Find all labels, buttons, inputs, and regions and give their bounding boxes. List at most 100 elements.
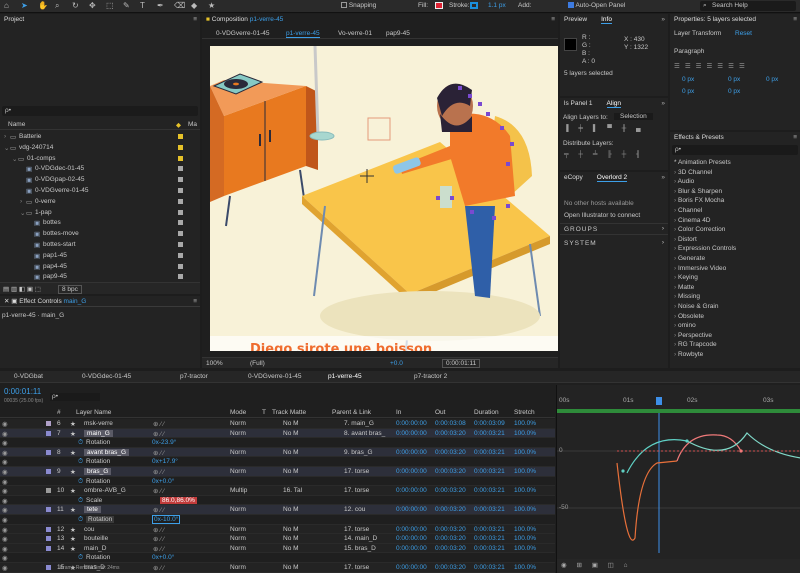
panel-tab[interactable]: Info xyxy=(601,16,612,24)
system-section[interactable]: SYSTEM › xyxy=(560,238,668,250)
tool-icon[interactable]: T xyxy=(140,1,145,10)
project-item[interactable]: ▣ bottes-move xyxy=(0,229,200,239)
groups-section[interactable]: GROUPS › xyxy=(560,223,668,235)
mode-select[interactable]: Norm xyxy=(230,430,246,437)
layer-name[interactable]: avant bras_G xyxy=(84,448,130,456)
stopwatch-icon[interactable]: ⏱ xyxy=(78,478,83,486)
layer-switches[interactable]: ⊕ ⁄ ⁄ xyxy=(153,526,164,534)
label-color[interactable] xyxy=(178,155,183,161)
property-value[interactable]: 0x-10.0° xyxy=(152,515,181,524)
label-color[interactable] xyxy=(178,263,183,269)
layer-name[interactable]: tete xyxy=(84,506,101,514)
layer-color[interactable] xyxy=(46,565,51,570)
property-row[interactable]: ◉ ⏱ Rotation 0x-10.0° xyxy=(0,515,555,525)
layer-name[interactable]: ombre-AVB_G xyxy=(84,487,126,494)
comp-tab[interactable]: Vo-verre-01 xyxy=(338,30,372,37)
fill-label[interactable]: Fill: xyxy=(418,2,428,9)
layer-name[interactable]: msk-verre xyxy=(84,420,113,427)
tool-icon[interactable]: ↻ xyxy=(72,1,79,10)
effect-category[interactable]: * Animation Presets xyxy=(674,159,800,166)
panel-tab[interactable]: ls Panel 1 xyxy=(564,100,593,107)
matte-select[interactable]: No M xyxy=(283,420,299,427)
label-color[interactable] xyxy=(178,144,183,150)
property-value[interactable]: 0x+0.0° xyxy=(152,554,174,561)
tool-icon[interactable]: ⌂ xyxy=(4,1,9,10)
panel-tab[interactable]: Align xyxy=(606,100,622,108)
mode-select[interactable]: Norm xyxy=(230,449,246,456)
layer-color[interactable] xyxy=(46,526,51,532)
comp-tab[interactable]: p1-verre-45 xyxy=(286,30,320,38)
parent-select[interactable]: 7. main_G xyxy=(344,420,374,427)
stopwatch-icon[interactable]: ⏱ xyxy=(78,554,83,562)
tool-icon[interactable]: ✥ xyxy=(89,1,96,10)
property-row[interactable]: ◉ ⏱ Rotation 0x+0.0° xyxy=(0,553,555,563)
distribute-buttons[interactable]: ╤ ┼ ╧ ╟ ┼ ╢ xyxy=(564,151,645,158)
project-item[interactable]: ▣ pap4-45 xyxy=(0,262,200,272)
eye-icon[interactable]: ◉ xyxy=(2,468,8,476)
matte-select[interactable]: No M xyxy=(283,564,299,571)
graph-editor[interactable]: 00s 01s 02s 03s 0 -50 ◉ ⊞ ▣ ◫ ⌂ xyxy=(556,385,800,573)
eye-icon[interactable]: ◉ xyxy=(2,535,8,543)
parent-select[interactable]: 17. torse xyxy=(344,487,369,494)
parent-select[interactable]: 8. avant bras_ xyxy=(344,430,385,437)
graph-tools[interactable]: ◉ ⊞ ▣ ◫ ⌂ xyxy=(561,561,632,569)
label-color[interactable] xyxy=(178,188,183,193)
project-item[interactable]: › ▭ 0-verre xyxy=(0,197,200,207)
time-ruler[interactable]: 00s 01s 02s 03s xyxy=(557,397,800,407)
layer-switches[interactable]: ⊕ ⁄ ⁄ xyxy=(153,468,164,476)
tool-icon[interactable]: ★ xyxy=(208,1,215,10)
layer-name[interactable]: main_D xyxy=(84,545,106,552)
paragraph-align-buttons[interactable]: ☰☰☰☰☰☰☰ xyxy=(674,62,750,70)
parent-select[interactable]: 15. bras_D xyxy=(344,545,376,552)
add-label[interactable]: Add: xyxy=(518,2,531,9)
label-color[interactable] xyxy=(178,166,183,172)
layer-row[interactable]: ◉ 7 ★ main_G ⊕ ⁄ ⁄ Norm No M 8. avant bras_ 0:00… xyxy=(0,428,555,439)
project-item[interactable]: ⌄ ▭ 1-pap xyxy=(0,208,200,218)
mode-select[interactable]: Norm xyxy=(230,545,246,552)
project-item[interactable]: › ▭ Batterie xyxy=(0,132,200,142)
layer-row[interactable]: ◉ 11 ★ tete ⊕ ⁄ ⁄ Norm No M 12. cou 0:00:00:00 0:… xyxy=(0,505,555,515)
panel-tab[interactable]: eCopy xyxy=(564,174,583,181)
label-color[interactable] xyxy=(178,209,183,215)
mode-select[interactable]: Multip xyxy=(230,487,247,494)
effect-category[interactable]: › Matte xyxy=(674,284,800,291)
layer-color[interactable] xyxy=(46,536,51,542)
effect-category[interactable]: › Immersive Video xyxy=(674,265,800,272)
effect-category[interactable]: › RG Trapcode xyxy=(674,341,800,348)
property-value[interactable]: 0x-23.9° xyxy=(152,439,176,446)
project-item[interactable]: ▣ 0-VDGpap-02-45 xyxy=(0,175,200,185)
matte-select[interactable]: 16. Tal xyxy=(283,487,302,494)
effect-category[interactable]: › Cinema 4D xyxy=(674,217,800,224)
eye-icon[interactable]: ◉ xyxy=(2,420,8,428)
property-row[interactable]: ◉ ⏱ Rotation 0x-23.9° xyxy=(0,438,555,448)
matte-select[interactable]: No M xyxy=(283,430,299,437)
spacing-value[interactable]: 0 px xyxy=(728,88,740,95)
parent-select[interactable]: 17. torse xyxy=(344,564,369,571)
tool-icon[interactable]: ✋ xyxy=(38,1,48,10)
comp-tab[interactable]: 0-VDGverre-01-45 xyxy=(216,30,269,37)
current-time[interactable]: 0:00:01:11 xyxy=(4,387,41,396)
project-item[interactable]: ▣ bottes-start xyxy=(0,240,200,250)
property-value[interactable]: 0x+17.9° xyxy=(152,458,178,465)
layer-switches[interactable]: ⊕ ⁄ ⁄ xyxy=(153,506,164,514)
property-row[interactable]: ◉ ⏱ Rotation 0x+17.9° xyxy=(0,457,555,467)
layer-row[interactable]: ◉ 10 ★ ombre-AVB_G ⊕ ⁄ ⁄ Multip 16. Tal 17. tor… xyxy=(0,486,555,496)
eye-icon[interactable]: ◉ xyxy=(2,506,8,514)
layer-switches[interactable]: ⊕ ⁄ ⁄ xyxy=(153,420,164,428)
timeline-tab[interactable]: p7-tractor xyxy=(180,373,208,380)
effect-category[interactable]: › Blur & Sharpen xyxy=(674,188,800,195)
eye-icon[interactable]: ◉ xyxy=(2,497,8,505)
stopwatch-icon[interactable]: ⏱ xyxy=(78,497,83,505)
project-item[interactable]: ▣ pap9-45 xyxy=(0,272,200,282)
layer-color[interactable] xyxy=(46,430,51,436)
effect-category[interactable]: › omino xyxy=(674,322,800,329)
parent-select[interactable]: 9. bras_G xyxy=(344,449,373,456)
tool-icon[interactable]: ⌕ xyxy=(55,1,59,11)
effect-category[interactable]: › Keying xyxy=(674,274,800,281)
eye-icon[interactable]: ◉ xyxy=(2,458,8,466)
layer-name[interactable]: bouteille xyxy=(84,535,108,542)
spacing-value[interactable]: 0 px xyxy=(766,76,778,83)
eye-icon[interactable]: ◉ xyxy=(2,554,8,562)
eye-icon[interactable]: ◉ xyxy=(2,449,8,457)
effect-category[interactable]: › Boris FX Mocha xyxy=(674,197,800,204)
